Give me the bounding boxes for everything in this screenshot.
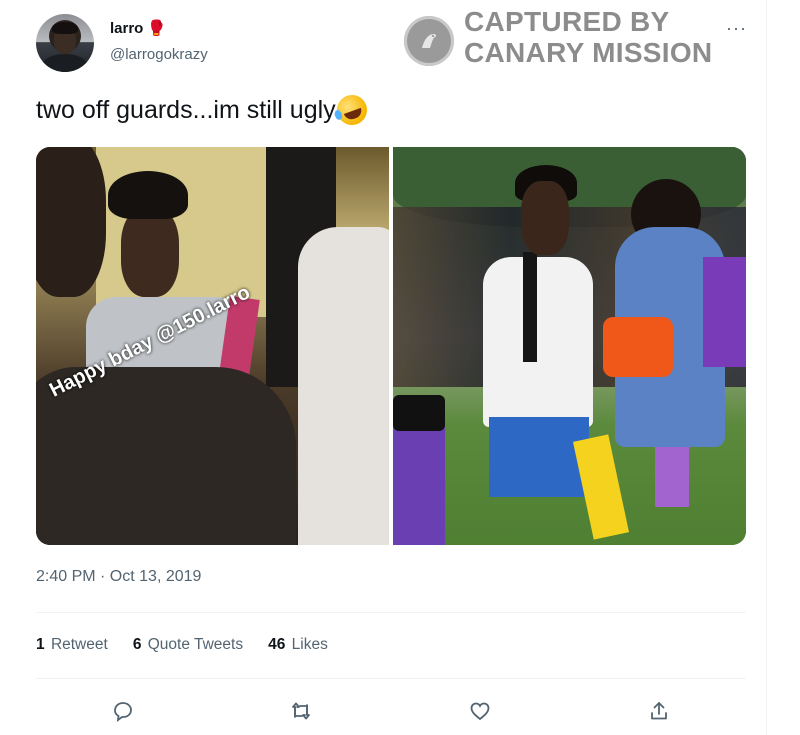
watermark-line-2: CANARY MISSION (464, 37, 713, 68)
tweet-timestamp[interactable]: 2:40 PM · Oct 13, 2019 (36, 568, 201, 586)
more-icon[interactable]: ··· (726, 18, 747, 39)
retweets-stat[interactable]: 1 Retweet (36, 636, 108, 654)
tweet-stats: 1 Retweet 6 Quote Tweets 46 Likes (36, 636, 328, 654)
photo-right[interactable] (393, 147, 746, 545)
divider-top (36, 612, 746, 613)
photo-left[interactable]: Happy bday @150.larro (36, 147, 389, 545)
tweet-media: Happy bday @150.larro (36, 147, 746, 545)
user-handle[interactable]: @larrogokrazy (110, 46, 208, 63)
tweet-text: two off guards...im still ugly (36, 90, 371, 130)
reply-icon[interactable] (106, 694, 140, 728)
canary-bird-icon (404, 16, 454, 66)
avatar[interactable] (36, 14, 94, 72)
watermark: CAPTURED BY CANARY MISSION (404, 6, 724, 70)
rolling-on-floor-laughing-emoji (332, 90, 371, 130)
divider-bottom (36, 678, 746, 679)
share-icon[interactable] (642, 694, 676, 728)
retweet-icon[interactable] (284, 694, 318, 728)
action-bar (36, 694, 746, 728)
display-name[interactable]: larro (110, 20, 143, 37)
likes-stat[interactable]: 46 Likes (268, 636, 328, 654)
like-icon[interactable] (463, 694, 497, 728)
card-edge (766, 0, 767, 735)
watermark-line-1: CAPTURED BY (464, 6, 670, 37)
tweet-body: two off guards...im still ugly (36, 95, 336, 124)
author-name-row[interactable]: larro 🥊 (110, 20, 166, 37)
boxing-glove-icon: 🥊 (147, 20, 167, 37)
quote-tweets-stat[interactable]: 6 Quote Tweets (133, 636, 243, 654)
